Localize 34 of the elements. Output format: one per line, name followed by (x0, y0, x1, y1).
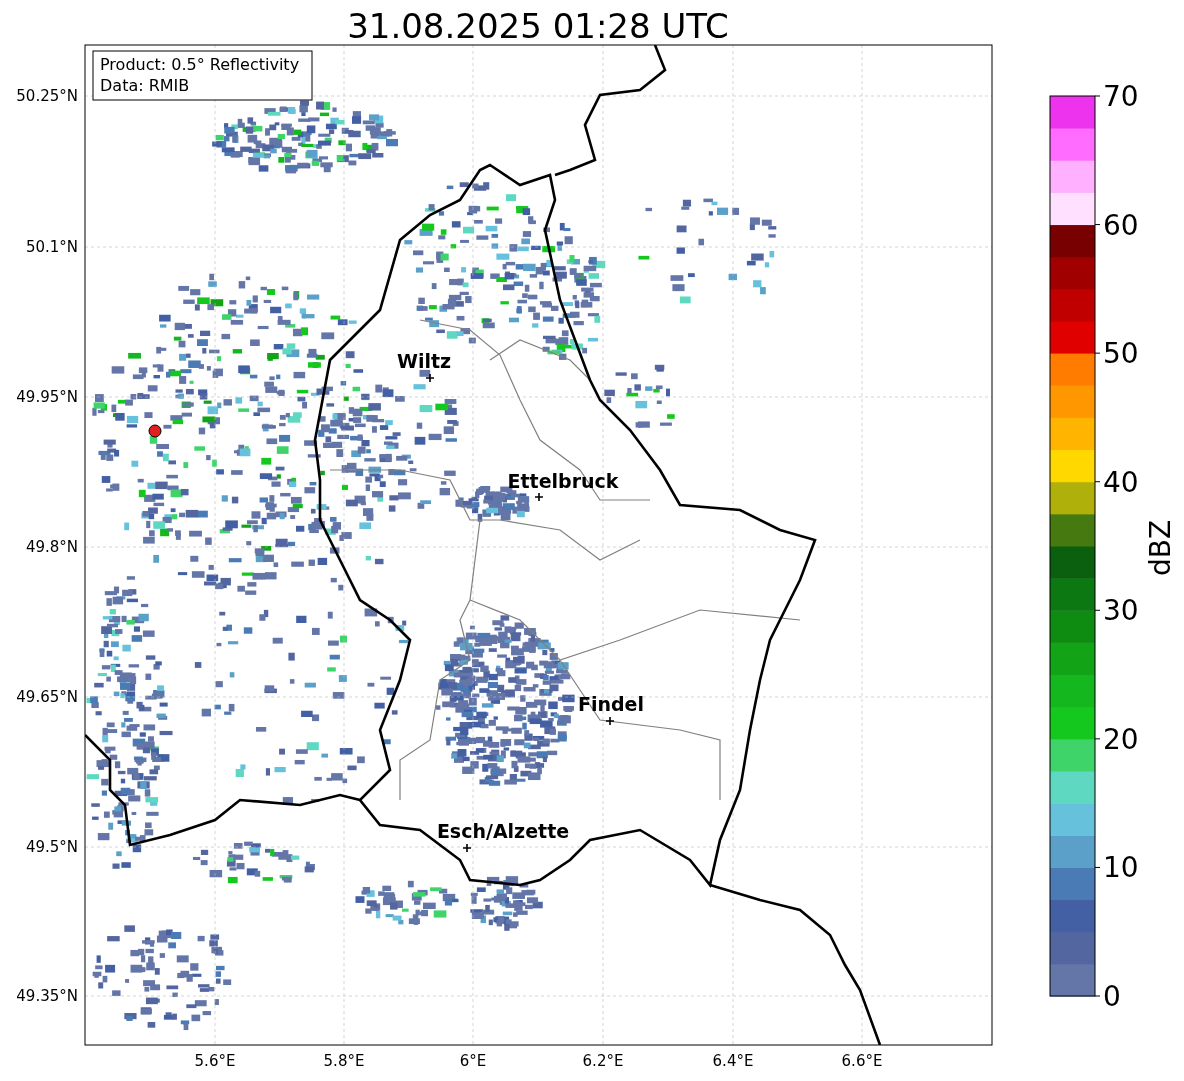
info-text: Product: 0.5° Reflectivity (100, 55, 300, 74)
latitude-label: 50.1°N (25, 238, 78, 256)
colorbar-label: dBZ (1144, 519, 1177, 577)
city-label: Findel (578, 693, 644, 715)
city-marker-icon (462, 843, 472, 853)
longitude-label: 6.2°E (582, 1052, 624, 1070)
longitude-label: 6.4°E (712, 1052, 754, 1070)
colorbar-tick-label: 30 (1103, 594, 1139, 628)
colorbar-tick-label: 40 (1103, 465, 1139, 499)
latitude-label: 49.8°N (25, 538, 78, 556)
latitude-label: 49.35°N (16, 987, 78, 1005)
city-label: Esch/Alzette (436, 820, 570, 842)
latitude-label: 49.5°N (25, 838, 78, 856)
chart-title: 31.08.2025 01:28 UTC (347, 6, 729, 46)
longitude-label: 5.6°E (194, 1052, 236, 1070)
city-label: Wiltz (396, 350, 452, 372)
latitude-label: 49.95°N (16, 388, 78, 406)
colorbar-tick-label: 50 (1103, 337, 1139, 371)
city-label: Ettelbruck (507, 470, 619, 492)
latitude-label: 49.65°N (16, 688, 78, 706)
city-marker-icon (605, 716, 615, 726)
longitude-label: 6.6°E (841, 1052, 883, 1070)
colorbar-tick-label: 70 (1103, 80, 1139, 113)
latitude-label: 50.25°N (16, 87, 78, 105)
longitude-label: 5.8°E (323, 1052, 365, 1070)
city-marker-icon (534, 492, 544, 502)
colorbar-tick-label: 0 (1103, 980, 1121, 1013)
colorbar-tick-label: 20 (1103, 722, 1139, 756)
radar-site-marker (148, 424, 162, 438)
city-marker-icon (425, 373, 435, 383)
colorbar-tick-label: 10 (1103, 851, 1139, 885)
info-text: Data: RMIB (100, 76, 190, 95)
longitude-label: 6°E (459, 1052, 487, 1070)
colorbar-tick-label: 60 (1103, 208, 1139, 242)
